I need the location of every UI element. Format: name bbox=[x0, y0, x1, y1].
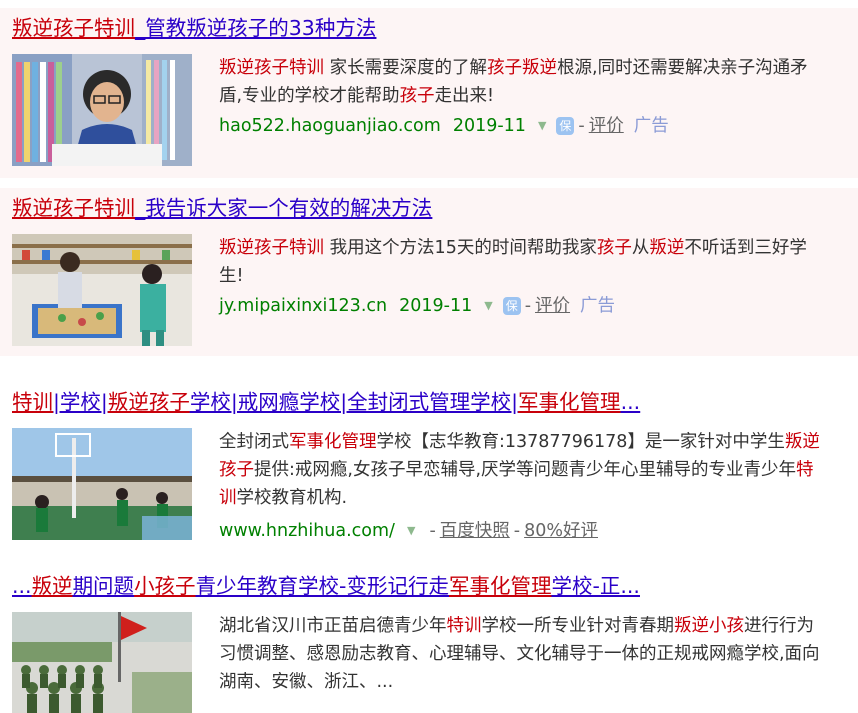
rating-link[interactable]: 80%好评 bbox=[524, 521, 598, 541]
result-date: 2019-11 bbox=[399, 296, 473, 316]
result-thumbnail[interactable] bbox=[12, 612, 192, 713]
result-title[interactable]: 叛逆孩子特训_我告诉大家一个有效的解决方法 bbox=[12, 194, 432, 222]
bao-shield-icon[interactable]: 保 bbox=[556, 117, 575, 135]
highlight-text[interactable]: 叛逆孩子 bbox=[108, 390, 190, 414]
text-segment: 学校【志华教育:13787796178】是一家针对中学生 bbox=[376, 432, 785, 452]
bao-shield-icon[interactable]: 保 bbox=[502, 297, 521, 315]
result-url[interactable]: hao522.haoguanjiao.com bbox=[219, 116, 441, 136]
text-segment[interactable]: ... bbox=[12, 574, 32, 598]
highlight-text[interactable]: 叛逆孩子特训 bbox=[12, 196, 135, 220]
result-thumbnail[interactable] bbox=[12, 234, 192, 346]
ad-label[interactable]: 广告 bbox=[580, 296, 615, 316]
ad-label[interactable]: 广告 bbox=[634, 116, 669, 136]
text-segment: 我用这个方法15天的时间帮助我家 bbox=[324, 238, 597, 258]
result-meta: hao522.haoguanjiao.com 2019-11 ▼ 保 - 评价 广告 bbox=[219, 113, 669, 139]
text-segment: 走出来! bbox=[434, 86, 495, 106]
sandbox-therapy-image bbox=[12, 234, 192, 346]
highlight-text: 叛逆 bbox=[649, 238, 685, 258]
result-url[interactable]: www.hnzhihua.com/ bbox=[219, 521, 395, 541]
text-segment: 从 bbox=[631, 238, 650, 258]
result-meta: jy.mipaixinxi123.cn 2019-11 ▼ 保 - 评价 广告 bbox=[219, 293, 615, 319]
separator: - bbox=[429, 521, 436, 541]
text-segment: 湖北省汉川市正苗启德青少年 bbox=[219, 616, 447, 636]
result-thumbnail[interactable] bbox=[12, 428, 192, 540]
result-description: 叛逆孩子特训 家长需要深度的了解孩子叛逆根源,同时还需要解决亲子沟通矛盾,专业的… bbox=[219, 54, 829, 110]
text-segment: 全封闭式 bbox=[219, 432, 289, 452]
highlight-text: 特训 bbox=[446, 616, 482, 636]
highlight-text: 孩子 bbox=[399, 86, 435, 106]
text-segment[interactable]: _我告诉大家一个有效的解决方法 bbox=[135, 196, 432, 220]
highlight-text[interactable]: 叛逆孩子特训 bbox=[12, 16, 135, 40]
highlight-text[interactable]: 军事化管理 bbox=[518, 390, 621, 414]
highlight-text: 叛逆孩子特训 bbox=[219, 58, 324, 78]
highlight-text[interactable]: 小孩子 bbox=[134, 574, 196, 598]
chevron-down-icon[interactable]: ▼ bbox=[407, 518, 415, 544]
highlight-text: 孩子叛逆 bbox=[487, 58, 558, 78]
result-date: 2019-11 bbox=[452, 116, 526, 136]
result-thumbnail[interactable] bbox=[12, 54, 192, 166]
separator: - bbox=[578, 116, 585, 136]
highlight-text[interactable]: 军事化管理 bbox=[449, 574, 552, 598]
chevron-down-icon[interactable]: ▼ bbox=[538, 113, 546, 139]
chevron-down-icon[interactable]: ▼ bbox=[484, 293, 492, 319]
text-segment: 家长需要深度的了解 bbox=[324, 58, 488, 78]
text-segment: 学校教育机构. bbox=[236, 488, 348, 508]
ad-result-1: 叛逆孩子特训_管教叛逆孩子的33种方法 叛逆孩子特训 家长需要深度的了解孩子叛逆… bbox=[0, 8, 858, 178]
separator: - bbox=[524, 296, 532, 316]
text-segment[interactable]: 学校|戒网瘾学校|全封闭式管理学校| bbox=[190, 390, 518, 414]
result-title[interactable]: 特训|学校|叛逆孩子学校|戒网瘾学校|全封闭式管理学校|军事化管理... bbox=[12, 388, 640, 416]
highlight-text: 叛逆小孩 bbox=[674, 616, 744, 636]
result-description: 叛逆孩子特训 我用这个方法15天的时间帮助我家孩子从叛逆不听话到三好学生! bbox=[219, 234, 829, 290]
text-segment[interactable]: 学校-正... bbox=[551, 574, 639, 598]
result-url[interactable]: jy.mipaixinxi123.cn bbox=[219, 296, 387, 316]
search-result-1: 特训|学校|叛逆孩子学校|戒网瘾学校|全封闭式管理学校|军事化管理... 全封闭… bbox=[0, 382, 858, 552]
text-segment[interactable]: _管教叛逆孩子的33种方法 bbox=[135, 16, 376, 40]
military-drill-image bbox=[12, 612, 192, 713]
ad-result-2: 叛逆孩子特训_我告诉大家一个有效的解决方法 叛逆孩子特训 我用这个方法15天的时… bbox=[0, 188, 858, 356]
result-title[interactable]: 叛逆孩子特训_管教叛逆孩子的33种方法 bbox=[12, 14, 376, 42]
text-segment: 提供:戒网瘾,女孩子早恋辅导,厌学等问题青少年心里辅导的专业青少年 bbox=[254, 460, 797, 480]
student-studying-image bbox=[12, 54, 192, 166]
text-segment: 学校一所专业针对青春期 bbox=[481, 616, 675, 636]
text-segment[interactable]: 青少年教育学校-变形记行走 bbox=[196, 574, 449, 598]
basketball-court-image bbox=[12, 428, 192, 540]
highlight-text[interactable]: 特训 bbox=[12, 390, 53, 414]
evaluate-link[interactable]: 评价 bbox=[589, 116, 624, 136]
result-description: 湖北省汉川市正苗启德青少年特训学校一所专业针对青春期叛逆小孩进行行为习惯调整、感… bbox=[219, 612, 829, 696]
highlight-text: 孩子 bbox=[596, 238, 632, 258]
search-result-2: ...叛逆期问题小孩子青少年教育学校-变形记行走军事化管理学校-正... 湖北省… bbox=[0, 568, 858, 713]
highlight-text: 军事化管理 bbox=[289, 432, 377, 452]
result-meta: www.hnzhihua.com/▼ - 百度快照 -80%好评 bbox=[219, 518, 598, 544]
result-title[interactable]: ...叛逆期问题小孩子青少年教育学校-变形记行走军事化管理学校-正... bbox=[12, 572, 640, 600]
highlight-text: 叛逆孩子特训 bbox=[219, 238, 324, 258]
evaluate-link[interactable]: 评价 bbox=[535, 296, 570, 316]
text-segment[interactable]: ... bbox=[621, 390, 641, 414]
text-segment[interactable]: |学校| bbox=[53, 390, 108, 414]
snapshot-link[interactable]: 百度快照 bbox=[440, 521, 510, 541]
text-segment[interactable]: 期问题 bbox=[73, 574, 135, 598]
separator: - bbox=[513, 521, 521, 541]
result-description: 全封闭式军事化管理学校【志华教育:13787796178】是一家针对中学生叛逆孩… bbox=[219, 428, 829, 512]
highlight-text[interactable]: 叛逆 bbox=[32, 574, 73, 598]
